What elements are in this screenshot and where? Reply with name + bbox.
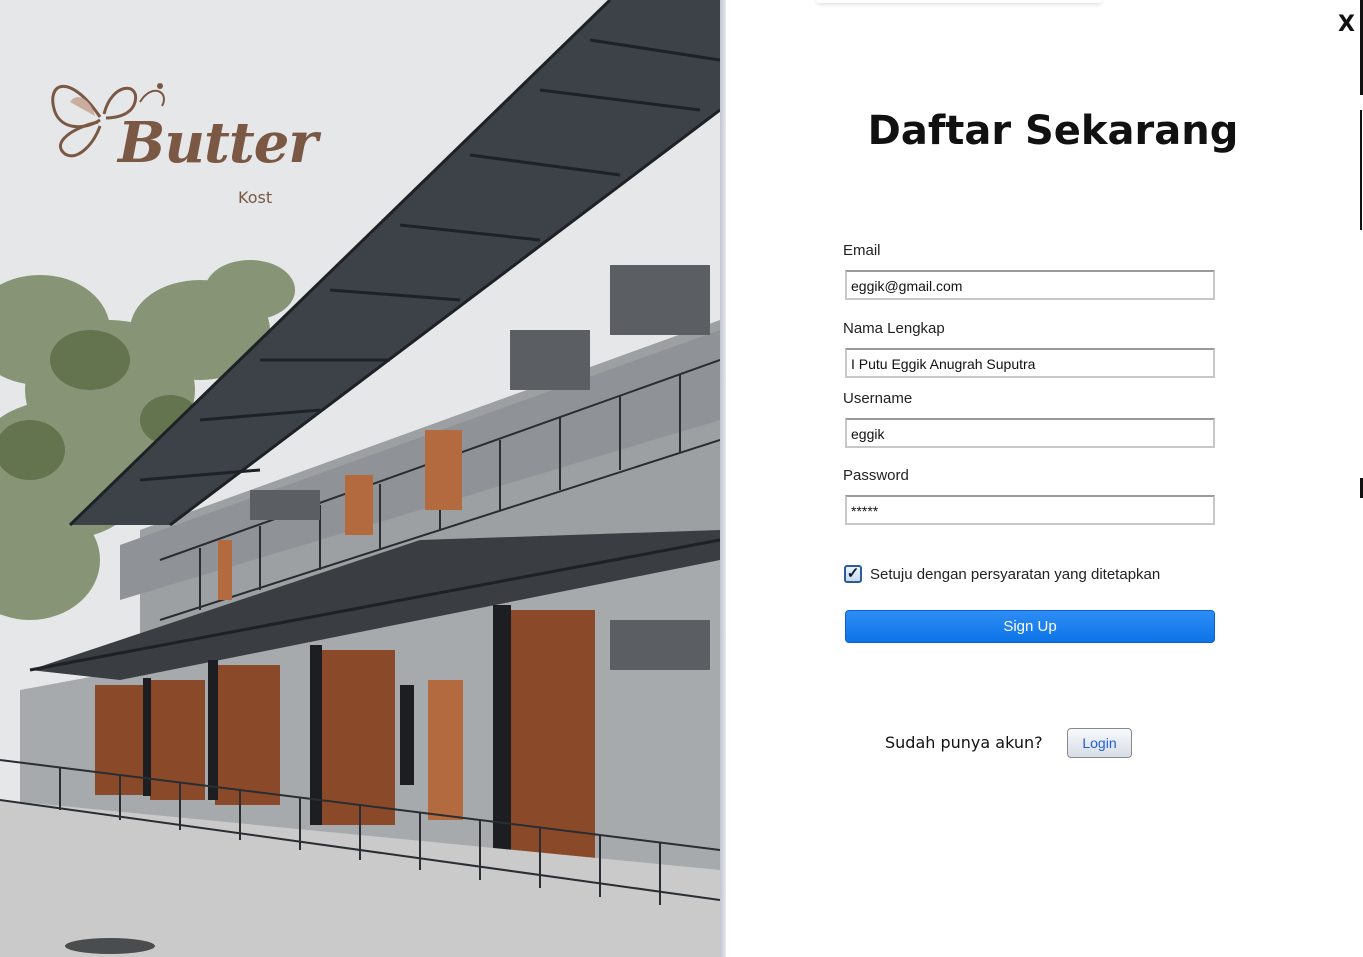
full-name-field[interactable]: I Putu Eggik Anugrah Suputra (845, 348, 1215, 378)
logo-subtitle: Kost (238, 188, 273, 207)
close-button[interactable]: X (1338, 12, 1355, 37)
login-prompt: Sudah punya akun? (885, 733, 1043, 752)
sign-up-button[interactable]: Sign Up (845, 610, 1215, 643)
full-name-label: Nama Lengkap (843, 320, 945, 337)
top-shadow (816, 0, 1102, 3)
login-button[interactable]: Login (1067, 728, 1132, 758)
email-field[interactable]: eggik@gmail.com (845, 270, 1215, 300)
email-label: Email (843, 242, 881, 259)
password-label: Password (843, 467, 909, 484)
building-photo: Butter Kost (0, 0, 720, 957)
logo-wordmark: Butter (118, 110, 318, 176)
terms-checkbox[interactable]: ✓ (844, 565, 862, 583)
password-value: ***** (851, 503, 879, 519)
check-icon: ✓ (846, 565, 860, 582)
username-field[interactable]: eggik (845, 418, 1215, 448)
full-name-value: I Putu Eggik Anugrah Suputra (851, 356, 1036, 372)
panel-divider (720, 0, 726, 957)
right-edge-line (1360, 110, 1362, 230)
username-value: eggik (851, 426, 885, 442)
page-title: Daftar Sekarang (867, 108, 1239, 154)
terms-row: ✓ Setuju dengan persyaratan yang ditetap… (844, 563, 1160, 585)
butter-kost-logo: Butter Kost (40, 72, 318, 222)
email-value: eggik@gmail.com (851, 278, 963, 294)
password-field[interactable]: ***** (845, 495, 1215, 525)
username-label: Username (843, 390, 913, 407)
terms-label[interactable]: Setuju dengan persyaratan yang ditetapka… (870, 566, 1160, 583)
